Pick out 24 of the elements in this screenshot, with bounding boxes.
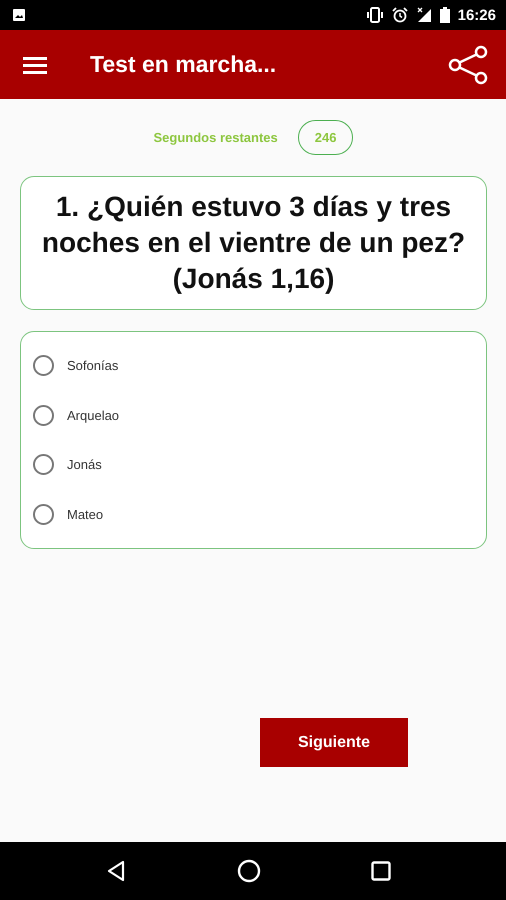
image-icon: [12, 8, 26, 22]
home-icon[interactable]: [237, 859, 261, 883]
vibrate-icon: [366, 7, 384, 23]
next-button[interactable]: Siguiente: [260, 718, 408, 767]
radio-button[interactable]: [33, 355, 54, 376]
alarm-icon: [392, 7, 408, 23]
answer-option[interactable]: Sofonías: [33, 341, 486, 390]
radio-button[interactable]: [33, 404, 54, 426]
timer-label: Segundos restantes: [154, 130, 278, 144]
back-icon[interactable]: [105, 860, 127, 882]
answer-option[interactable]: Jonás: [33, 440, 486, 490]
radio-button[interactable]: [33, 454, 54, 476]
signal-icon: [416, 7, 432, 23]
recents-icon[interactable]: [371, 861, 391, 881]
answer-option[interactable]: Mateo: [33, 490, 486, 539]
battery-icon: [440, 7, 450, 23]
radio-button[interactable]: [33, 504, 54, 525]
answer-option[interactable]: Arquelao: [33, 390, 486, 440]
menu-icon[interactable]: [23, 56, 47, 74]
app-title: Test en marcha...: [90, 51, 278, 78]
seconds-counter: 246: [298, 120, 354, 154]
share-icon[interactable]: [448, 44, 488, 84]
question-text: 1. ¿Quién estuvo 3 días y tres noches en el vientre de un pez? (Jonás 1,16): [40, 190, 466, 296]
clock: 16:26: [458, 6, 496, 24]
